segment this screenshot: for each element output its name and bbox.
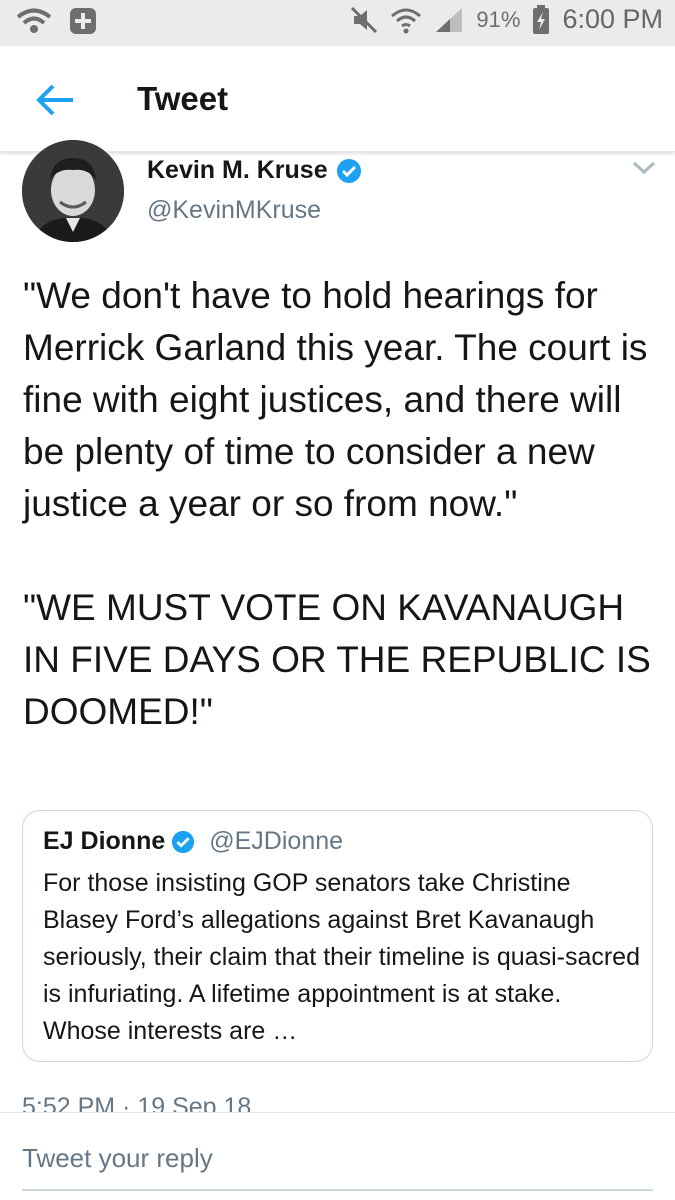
quoted-author-name: EJ Dionne <box>43 827 166 855</box>
voicemail-icon <box>16 8 52 33</box>
quoted-tweet-header: EJ Dionne @EJDionne <box>43 827 343 856</box>
mute-icon <box>351 6 378 33</box>
app-bar: Tweet <box>0 46 675 152</box>
profile-photo-icon <box>22 140 124 242</box>
page-title: Tweet <box>137 80 229 117</box>
reply-input[interactable]: Tweet your reply <box>22 1143 213 1174</box>
status-bar: 91% 6:00 PM <box>0 0 675 46</box>
verified-badge-icon <box>172 830 195 853</box>
back-button[interactable] <box>30 78 80 122</box>
quoted-tweet-text: For those insisting GOP senators take Ch… <box>43 869 640 1045</box>
arrow-left-icon <box>36 84 73 116</box>
reply-input-underline <box>22 1189 653 1191</box>
battery-percent: 91% <box>476 6 521 32</box>
author-name-text: Kevin M. Kruse <box>147 156 328 184</box>
author-name[interactable]: Kevin M. Kruse <box>147 156 362 185</box>
quoted-tweet-card[interactable]: EJ Dionne @EJDionne For those insisting … <box>22 810 653 1062</box>
quoted-author-handle: @EJDionne <box>209 827 344 855</box>
author-handle[interactable]: @KevinMKruse <box>147 196 321 225</box>
tweet-text: "We don't have to hold hearings for Merr… <box>23 275 651 732</box>
add-box-icon <box>70 8 96 34</box>
verified-badge-icon <box>336 158 361 183</box>
clock: 6:00 PM <box>562 4 663 34</box>
wifi-icon <box>391 8 422 33</box>
reply-bar: Tweet your reply <box>0 1112 675 1200</box>
avatar[interactable] <box>22 140 124 242</box>
signal-icon <box>436 7 463 32</box>
battery-charging-icon <box>533 4 550 34</box>
chevron-down-icon[interactable] <box>630 158 658 178</box>
